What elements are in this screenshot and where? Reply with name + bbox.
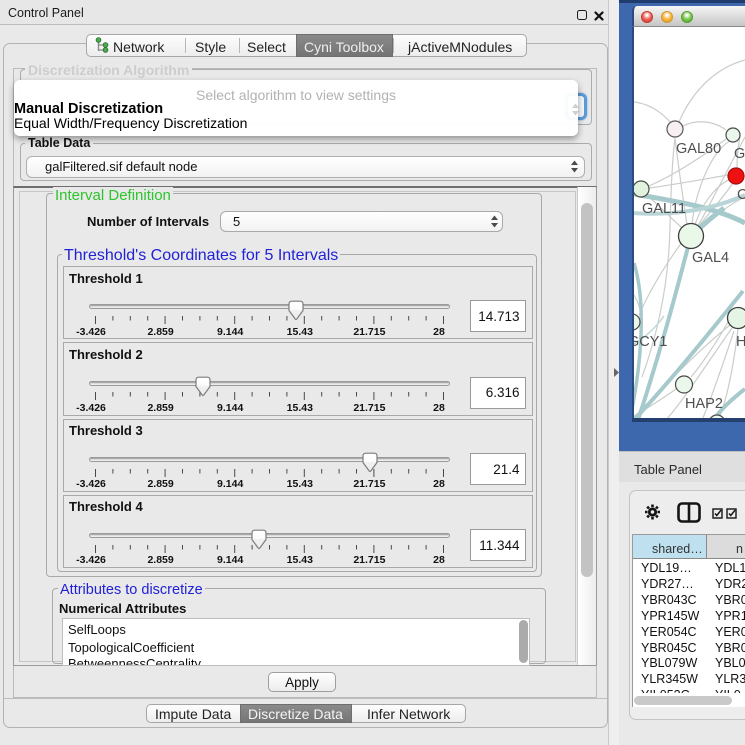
svg-text:GAL80: GAL80 xyxy=(676,141,721,157)
svg-text:G.: G. xyxy=(734,146,745,162)
svg-text:GCY1: GCY1 xyxy=(634,334,668,350)
svg-text:HAP2: HAP2 xyxy=(685,396,723,412)
svg-text:H: H xyxy=(736,334,745,350)
svg-text:GAL11: GAL11 xyxy=(642,201,686,217)
svg-text:GAL4: GAL4 xyxy=(692,250,729,266)
svg-text:C: C xyxy=(737,187,745,203)
